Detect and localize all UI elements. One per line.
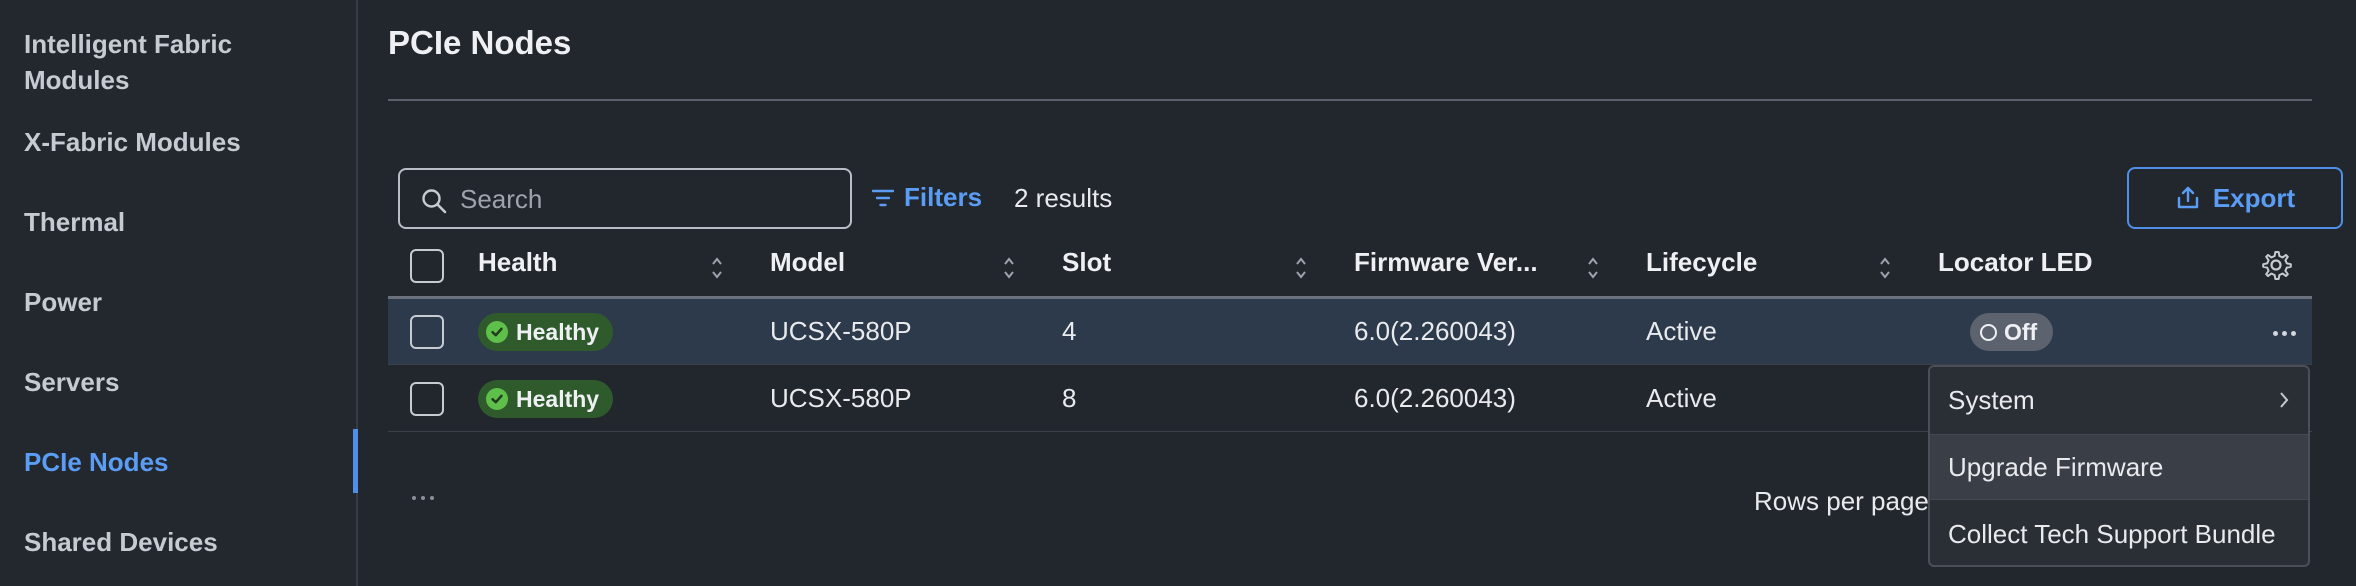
sidebar-item-servers[interactable]: Servers <box>24 364 119 400</box>
menu-item-label: Collect Tech Support Bundle <box>1948 518 2276 549</box>
sort-icon <box>1588 257 1598 279</box>
search-input[interactable] <box>460 178 840 220</box>
menu-item-collect-tech-support-bundle[interactable]: Collect Tech Support Bundle <box>1930 501 2308 565</box>
firmware-cell: 6.0(2.260043) <box>1354 316 1516 346</box>
column-header-model[interactable]: Model <box>770 247 1032 297</box>
model-cell: UCSX-580P <box>770 383 912 413</box>
sidebar-active-indicator <box>353 429 358 493</box>
sidebar-item-power[interactable]: Power <box>24 284 102 320</box>
sidebar-item-shared-devices[interactable]: Shared Devices <box>24 524 218 560</box>
sidebar: Intelligent Fabric Modules X-Fabric Modu… <box>0 0 358 586</box>
sort-icon <box>712 257 722 279</box>
results-count: 2 results <box>1014 183 1113 213</box>
filters-label: Filters <box>904 182 983 212</box>
search-icon <box>422 189 447 214</box>
sort-icon <box>1880 257 1890 279</box>
row-checkbox[interactable] <box>410 382 444 416</box>
check-circle-icon <box>486 321 508 343</box>
sidebar-item-intelligent-fabric-modules[interactable]: Intelligent Fabric Modules <box>24 26 232 98</box>
slot-cell: 4 <box>1062 316 1077 346</box>
table-settings-gear-icon[interactable] <box>2260 249 2292 281</box>
page-title: PCIe Nodes <box>388 24 572 61</box>
sidebar-item-x-fabric-modules[interactable]: X-Fabric Modules <box>24 124 241 160</box>
row-actions-menu: System Upgrade Firmware Collect Tech Sup… <box>1928 365 2310 567</box>
sort-icon <box>1004 257 1014 279</box>
filters-button[interactable]: Filters <box>872 182 982 213</box>
locator-led-label: Off <box>2004 318 2038 345</box>
column-header-firmware-version[interactable]: Firmware Ver... <box>1354 247 1616 297</box>
export-button[interactable]: Export <box>2127 167 2343 229</box>
select-all-checkbox[interactable] <box>410 249 444 283</box>
chevron-right-icon <box>2280 392 2289 408</box>
more-dot <box>2281 330 2287 336</box>
health-status-badge: Healthy <box>478 313 614 351</box>
health-label: Healthy <box>516 318 600 345</box>
menu-item-label: System <box>1948 384 2035 415</box>
table-row[interactable]: Healthy UCSX-580P 4 6.0(2.260043) Active… <box>388 299 2312 365</box>
health-status-badge: Healthy <box>478 380 614 418</box>
column-header-slot[interactable]: Slot <box>1062 247 1324 297</box>
lifecycle-cell: Active <box>1646 383 1717 413</box>
column-header-lifecycle[interactable]: Lifecycle <box>1646 247 1908 297</box>
model-cell: UCSX-580P <box>770 316 912 346</box>
row-checkbox[interactable] <box>410 315 444 349</box>
export-label: Export <box>2212 182 2296 213</box>
led-off-icon <box>1980 323 1997 341</box>
footer-ellipsis-icon <box>412 496 434 500</box>
search-box <box>398 168 852 229</box>
more-dot <box>2272 330 2278 336</box>
title-divider <box>388 99 2312 101</box>
row-actions-more-button[interactable] <box>2264 316 2304 350</box>
menu-item-upgrade-firmware[interactable]: Upgrade Firmware <box>1930 434 2308 500</box>
column-header-health[interactable]: Health <box>478 247 740 297</box>
sidebar-item-pcie-nodes[interactable]: PCIe Nodes <box>24 444 169 480</box>
lifecycle-cell: Active <box>1646 316 1717 346</box>
sort-icon <box>1296 257 1306 279</box>
column-header-locator-led[interactable]: Locator LED <box>1938 247 2138 297</box>
more-dot <box>2290 330 2296 336</box>
sidebar-item-thermal[interactable]: Thermal <box>24 204 125 240</box>
rows-per-page-label: Rows per page <box>1754 486 1929 516</box>
menu-item-system[interactable]: System <box>1930 367 2308 433</box>
menu-item-label: Upgrade Firmware <box>1948 451 2164 482</box>
check-circle-icon <box>486 388 508 410</box>
health-label: Healthy <box>516 385 600 412</box>
locator-led-badge[interactable]: Off <box>1970 313 2054 351</box>
sidebar-item-label: Modules <box>24 65 130 95</box>
slot-cell: 8 <box>1062 383 1077 413</box>
export-icon <box>2177 186 2199 209</box>
firmware-cell: 6.0(2.260043) <box>1354 383 1516 413</box>
sidebar-item-label: Intelligent Fabric <box>24 29 233 59</box>
filter-icon <box>872 189 894 206</box>
